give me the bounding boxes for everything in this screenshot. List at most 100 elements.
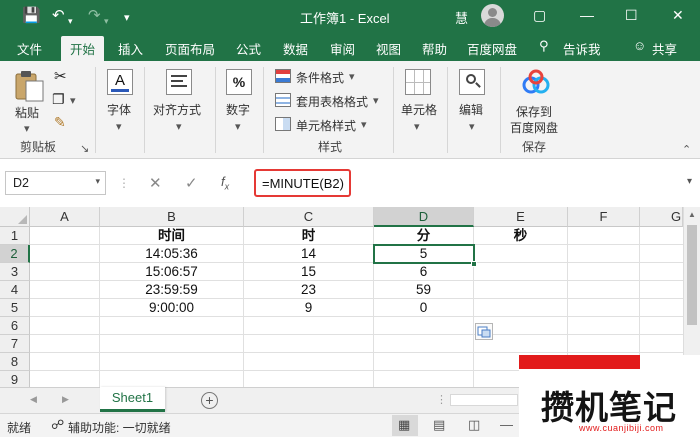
table-format-dropdown-icon: ▾ bbox=[373, 95, 379, 107]
number-button[interactable]: % 数字 ▾ bbox=[223, 67, 255, 137]
format-painter-icon[interactable]: ✎ bbox=[54, 114, 66, 131]
maximize-icon[interactable]: ☐ bbox=[625, 7, 638, 24]
tab-home[interactable]: 开始 bbox=[61, 36, 105, 61]
cell-d5[interactable]: 0 bbox=[374, 299, 474, 317]
formula-input[interactable]: =MINUTE(B2) bbox=[254, 169, 351, 197]
page-layout-view-icon[interactable]: ▤ bbox=[433, 417, 445, 433]
column-header-a[interactable]: A bbox=[30, 207, 100, 227]
tab-data[interactable]: 数据 bbox=[283, 39, 308, 58]
row-header-4[interactable]: 4 bbox=[0, 281, 30, 299]
row-header-2[interactable]: 2 bbox=[0, 245, 30, 263]
enter-icon[interactable]: ✓ bbox=[185, 174, 198, 192]
close-icon[interactable]: ✕ bbox=[672, 7, 684, 24]
collapse-ribbon-icon[interactable]: ⌃ bbox=[682, 143, 691, 156]
insert-function-icon[interactable]: fx bbox=[221, 174, 229, 192]
select-all-corner[interactable] bbox=[0, 207, 30, 227]
scroll-up-icon[interactable]: ▲ bbox=[688, 210, 696, 219]
tab-view[interactable]: 视图 bbox=[376, 39, 401, 58]
cell-c3[interactable]: 15 bbox=[244, 263, 374, 281]
tab-formulas[interactable]: 公式 bbox=[236, 39, 261, 58]
name-box[interactable]: D2 ▾ bbox=[5, 171, 106, 195]
horizontal-scrollbar[interactable] bbox=[450, 394, 518, 406]
cell-c4[interactable]: 23 bbox=[244, 281, 374, 299]
editing-button[interactable]: 编辑 ▾ bbox=[455, 67, 491, 137]
prev-sheet-icon[interactable]: ◀ bbox=[30, 394, 37, 405]
cell-b2[interactable]: 14:05:36 bbox=[100, 245, 244, 263]
column-header-e[interactable]: E bbox=[474, 207, 568, 227]
name-box-dropdown-icon[interactable]: ▾ bbox=[95, 176, 100, 187]
normal-view-button[interactable]: ▦ bbox=[392, 415, 418, 436]
quick-analysis-button[interactable] bbox=[475, 323, 493, 340]
cell-d1[interactable]: 分 bbox=[374, 227, 474, 245]
cell-b4[interactable]: 23:59:59 bbox=[100, 281, 244, 299]
tab-insert[interactable]: 插入 bbox=[118, 39, 143, 58]
tab-help[interactable]: 帮助 bbox=[422, 39, 447, 58]
column-header-f[interactable]: F bbox=[568, 207, 640, 227]
row-header-8[interactable]: 8 bbox=[0, 353, 30, 371]
ribbon-display-icon[interactable]: ▢ bbox=[533, 7, 546, 24]
next-sheet-icon[interactable]: ▶ bbox=[62, 394, 69, 405]
cell-b1[interactable]: 时间 bbox=[100, 227, 244, 245]
row-header-1[interactable]: 1 bbox=[0, 227, 30, 245]
copy-icon[interactable]: ❐ bbox=[52, 91, 65, 108]
cell-e1[interactable]: 秒 bbox=[474, 227, 568, 245]
tab-split-handle-icon[interactable]: ⋮ bbox=[436, 393, 447, 406]
table-format-icon bbox=[275, 93, 291, 107]
copy-dropdown-icon[interactable]: ▾ bbox=[70, 94, 76, 107]
cell-d3[interactable]: 6 bbox=[374, 263, 474, 281]
row-header-5[interactable]: 5 bbox=[0, 299, 30, 317]
undo-icon[interactable]: ↶ bbox=[52, 7, 65, 25]
ribbon-tabs: 文件 开始 插入 页面布局 公式 数据 审阅 视图 帮助 百度网盘 ⚲ 告诉我 … bbox=[0, 32, 700, 61]
cancel-icon[interactable]: ✕ bbox=[149, 174, 162, 192]
page-break-view-icon[interactable]: ◫ bbox=[468, 417, 480, 433]
share-button[interactable]: 共享 bbox=[652, 39, 677, 58]
user-name[interactable]: 慧 bbox=[455, 8, 468, 27]
paste-button[interactable]: 粘贴 ▾ bbox=[10, 67, 48, 137]
customize-toolbar-icon[interactable]: ▾ bbox=[124, 9, 130, 27]
column-header-b[interactable]: B bbox=[100, 207, 244, 227]
cell-b3[interactable]: 15:06:57 bbox=[100, 263, 244, 281]
expand-formula-icon[interactable]: ▾ bbox=[687, 176, 692, 187]
accessibility-status[interactable]: 辅助功能: 一切就绪 bbox=[68, 419, 171, 436]
fill-handle[interactable] bbox=[471, 261, 477, 267]
conditional-format-button[interactable]: 条件格式 ▾ bbox=[275, 69, 375, 87]
undo-dropdown-icon[interactable]: ▾ bbox=[68, 12, 73, 30]
clipboard-launcher-icon[interactable]: ↘ bbox=[80, 142, 89, 155]
zoom-out-icon[interactable]: — bbox=[500, 417, 513, 432]
editing-dropdown-icon: ▾ bbox=[469, 121, 475, 133]
cell-style-button[interactable]: 单元格样式 ▾ bbox=[275, 117, 375, 135]
cut-icon[interactable]: ✂ bbox=[54, 67, 67, 85]
cell-c2[interactable]: 14 bbox=[244, 245, 374, 263]
baidu-pan-icon bbox=[522, 69, 550, 94]
alignment-button[interactable]: 对齐方式 ▾ bbox=[150, 67, 212, 137]
vertical-scroll-thumb[interactable] bbox=[687, 225, 697, 325]
cell-b5[interactable]: 9:00:00 bbox=[100, 299, 244, 317]
redo-dropdown-icon[interactable]: ▾ bbox=[104, 12, 109, 30]
column-header-c[interactable]: C bbox=[244, 207, 374, 227]
save-to-baidu-button[interactable]: 保存到 百度网盘 bbox=[507, 67, 565, 137]
save-icon[interactable]: 💾 bbox=[22, 7, 41, 25]
row-header-3[interactable]: 3 bbox=[0, 263, 30, 281]
cell-d4[interactable]: 59 bbox=[374, 281, 474, 299]
tab-file[interactable]: 文件 bbox=[17, 39, 42, 58]
row-header-6[interactable]: 6 bbox=[0, 317, 30, 335]
cell-c1[interactable]: 时 bbox=[244, 227, 374, 245]
formula-bar: D2 ▾ ⋮ ✕ ✓ fx =MINUTE(B2) ▾ bbox=[0, 167, 700, 201]
column-header-g[interactable]: G bbox=[640, 207, 683, 227]
tell-me-search[interactable]: 告诉我 bbox=[563, 39, 601, 58]
add-sheet-icon[interactable]: + bbox=[201, 392, 218, 409]
minimize-icon[interactable]: — bbox=[580, 7, 594, 23]
sheet-tab-sheet1[interactable]: Sheet1 bbox=[100, 387, 165, 412]
avatar[interactable] bbox=[481, 4, 504, 27]
cells-button[interactable]: 单元格 ▾ bbox=[398, 67, 440, 137]
cell-c5[interactable]: 9 bbox=[244, 299, 374, 317]
table-format-button[interactable]: 套用表格格式 ▾ bbox=[275, 93, 385, 111]
tab-page-layout[interactable]: 页面布局 bbox=[165, 39, 215, 58]
drag-handle-icon[interactable]: ⋮ bbox=[118, 176, 130, 190]
column-header-d[interactable]: D bbox=[374, 207, 474, 227]
tab-review[interactable]: 审阅 bbox=[330, 39, 355, 58]
tab-baidu-pan[interactable]: 百度网盘 bbox=[467, 39, 517, 58]
redo-icon[interactable]: ↷ bbox=[88, 7, 101, 25]
row-header-7[interactable]: 7 bbox=[0, 335, 30, 353]
font-button[interactable]: A 字体 ▾ bbox=[104, 67, 136, 137]
